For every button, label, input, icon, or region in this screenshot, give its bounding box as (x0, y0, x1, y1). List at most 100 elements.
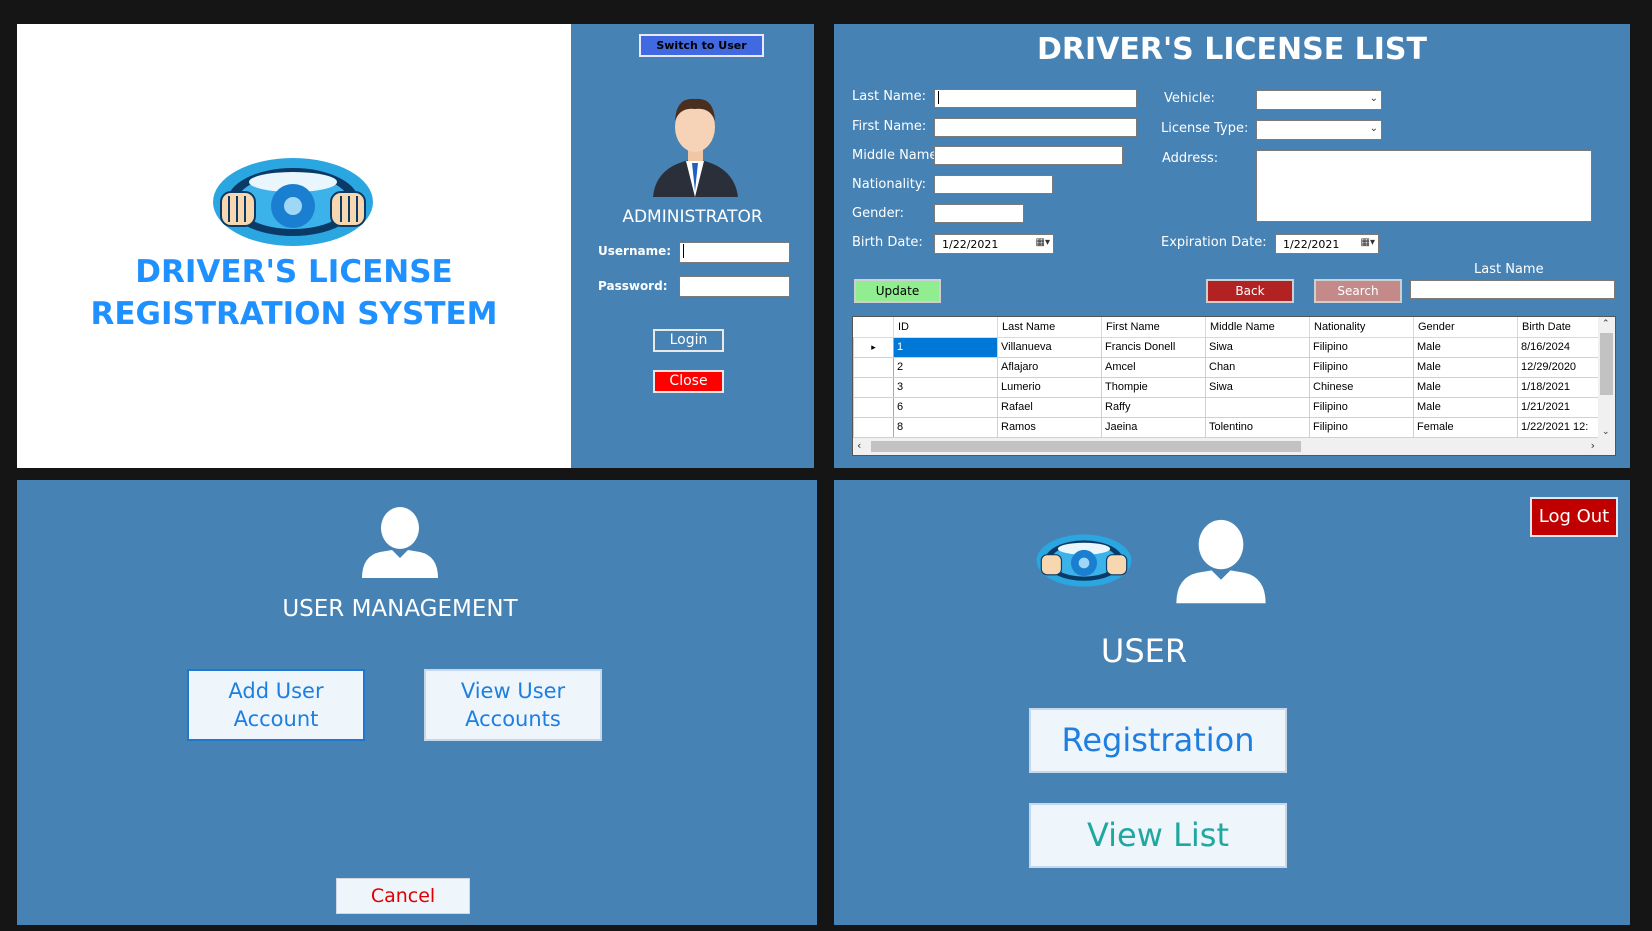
table-row[interactable]: 6 Rafael Raffy Filipino Male 1/21/2021 (853, 396, 1599, 418)
column-header[interactable]: Last Name (997, 317, 1102, 338)
view-list-button[interactable]: View List (1029, 803, 1287, 868)
close-button[interactable]: Close (653, 370, 724, 393)
username-input[interactable] (679, 242, 790, 263)
registration-button[interactable]: Registration (1029, 708, 1287, 773)
view-user-accounts-button[interactable]: View User Accounts (424, 669, 602, 741)
add-user-line2: Account (233, 707, 319, 731)
table-cell[interactable]: 1/21/2021 (1517, 396, 1599, 418)
table-cell[interactable]: 1 (893, 336, 998, 358)
row-header[interactable] (853, 396, 894, 418)
update-button[interactable]: Update (854, 279, 941, 303)
table-row[interactable]: 8 Ramos Jaeina Tolentino Filipino Female 1/22/… (853, 416, 1599, 438)
column-header[interactable]: Birth Date (1517, 317, 1599, 338)
license-table: ID Last Name First Name Middle Name Nati… (853, 317, 1599, 438)
table-row[interactable]: 2 Aflajaro Amcel Chan Filipino Male 12/29/2020 (853, 356, 1599, 378)
expiration-date-picker[interactable]: 1/22/2021 ▦▾ (1275, 234, 1379, 254)
middle-name-label: Middle Name: (852, 148, 942, 163)
vertical-scrollbar[interactable]: ⌃ ⌄ (1598, 317, 1615, 439)
back-button[interactable]: Back (1206, 279, 1294, 303)
dropdown-arrow-icon: ⌄ (1369, 93, 1378, 104)
steering-wheel-logo-icon (213, 158, 373, 246)
column-header[interactable]: Middle Name (1205, 317, 1310, 338)
license-type-label: License Type: (1161, 121, 1249, 136)
table-cell[interactable]: Rafael (997, 396, 1102, 418)
gender-input[interactable] (934, 204, 1024, 223)
row-header[interactable] (853, 416, 894, 438)
row-header[interactable] (853, 356, 894, 378)
table-cell[interactable]: Jaeina (1101, 416, 1206, 438)
last-name-input[interactable] (934, 89, 1137, 108)
birth-date-value: 1/22/2021 (942, 238, 999, 251)
table-cell[interactable]: Ramos (997, 416, 1102, 438)
role-title: ADMINISTRATOR (622, 207, 763, 227)
table-cell[interactable]: Raffy (1101, 396, 1206, 418)
column-header[interactable]: First Name (1101, 317, 1206, 338)
horizontal-scroll-thumb[interactable] (871, 441, 1301, 452)
license-type-select[interactable]: ⌄ (1256, 120, 1382, 140)
table-cell[interactable]: 3 (893, 376, 998, 398)
column-header[interactable]: ID (893, 317, 998, 338)
table-cell[interactable]: Tolentino (1205, 416, 1310, 438)
table-cell[interactable]: Amcel (1101, 356, 1206, 378)
birth-date-picker[interactable]: 1/22/2021 ▦▾ (934, 234, 1054, 254)
logout-button[interactable]: Log Out (1530, 497, 1618, 537)
table-cell[interactable]: Filipino (1309, 396, 1414, 418)
table-cell[interactable]: Filipino (1309, 336, 1414, 358)
address-label: Address: (1162, 151, 1219, 166)
table-cell[interactable]: Male (1413, 396, 1518, 418)
table-cell[interactable]: Filipino (1309, 416, 1414, 438)
search-last-name-label: Last Name (1474, 262, 1544, 277)
nationality-label: Nationality: (852, 177, 927, 192)
column-header[interactable]: Nationality (1309, 317, 1414, 338)
table-cell[interactable]: Male (1413, 356, 1518, 378)
gender-label: Gender: (852, 206, 905, 221)
table-cell[interactable]: Chinese (1309, 376, 1414, 398)
middle-name-input[interactable] (934, 146, 1123, 165)
table-cell[interactable]: Aflajaro (997, 356, 1102, 378)
table-cell[interactable]: 6 (893, 396, 998, 418)
first-name-input[interactable] (934, 118, 1137, 137)
calendar-icon: ▦▾ (1360, 237, 1375, 248)
table-cell[interactable]: 1/22/2021 12: (1517, 416, 1599, 438)
vehicle-select[interactable]: ⌄ (1256, 90, 1382, 110)
search-last-name-input[interactable] (1410, 280, 1615, 299)
table-cell[interactable]: Thompie (1101, 376, 1206, 398)
table-cell[interactable]: Siwa (1205, 376, 1310, 398)
current-row-indicator-icon[interactable]: ▸ (853, 336, 894, 358)
login-button[interactable]: Login (653, 329, 724, 352)
table-cell[interactable]: Francis Donell (1101, 336, 1206, 358)
expiration-date-label: Expiration Date: (1161, 235, 1267, 250)
switch-to-user-button[interactable]: Switch to User (639, 34, 764, 57)
add-user-account-button[interactable]: Add User Account (187, 669, 365, 741)
table-cell[interactable]: Siwa (1205, 336, 1310, 358)
horizontal-scrollbar[interactable]: ‹ › (853, 438, 1615, 455)
table-row[interactable]: 3 Lumerio Thompie Siwa Chinese Male 1/18/2021 (853, 376, 1599, 398)
table-cell[interactable] (1205, 396, 1310, 418)
vertical-scroll-thumb[interactable] (1600, 333, 1613, 395)
table-cell[interactable]: 12/29/2020 (1517, 356, 1599, 378)
table-cell[interactable]: Male (1413, 336, 1518, 358)
column-header[interactable]: Gender (1413, 317, 1518, 338)
table-row[interactable]: ▸ 1 Villanueva Francis Donell Siwa Filipino Ma… (853, 336, 1599, 358)
cancel-button[interactable]: Cancel (336, 878, 470, 914)
table-cell[interactable]: 1/18/2021 (1517, 376, 1599, 398)
password-input[interactable] (679, 276, 790, 297)
table-cell[interactable]: 8/16/2024 (1517, 336, 1599, 358)
table-cell[interactable]: Female (1413, 416, 1518, 438)
table-cell[interactable]: 2 (893, 356, 998, 378)
table-cell[interactable]: Chan (1205, 356, 1310, 378)
table-cell[interactable]: Lumerio (997, 376, 1102, 398)
user-management-title: USER MANAGEMENT (282, 596, 518, 622)
search-button[interactable]: Search (1314, 279, 1402, 303)
user-management-window: USER MANAGEMENT Add User Account View Us… (17, 480, 817, 925)
license-list-title: DRIVER'S LICENSE LIST (1037, 32, 1427, 67)
table-cell[interactable]: Filipino (1309, 356, 1414, 378)
row-header[interactable] (853, 376, 894, 398)
nationality-input[interactable] (934, 175, 1053, 194)
add-user-line1: Add User (228, 679, 324, 703)
table-cell[interactable]: 8 (893, 416, 998, 438)
address-textarea[interactable] (1256, 150, 1592, 222)
table-cell[interactable]: Villanueva (997, 336, 1102, 358)
table-cell[interactable]: Male (1413, 376, 1518, 398)
license-data-grid[interactable]: ID Last Name First Name Middle Name Nati… (852, 316, 1616, 456)
